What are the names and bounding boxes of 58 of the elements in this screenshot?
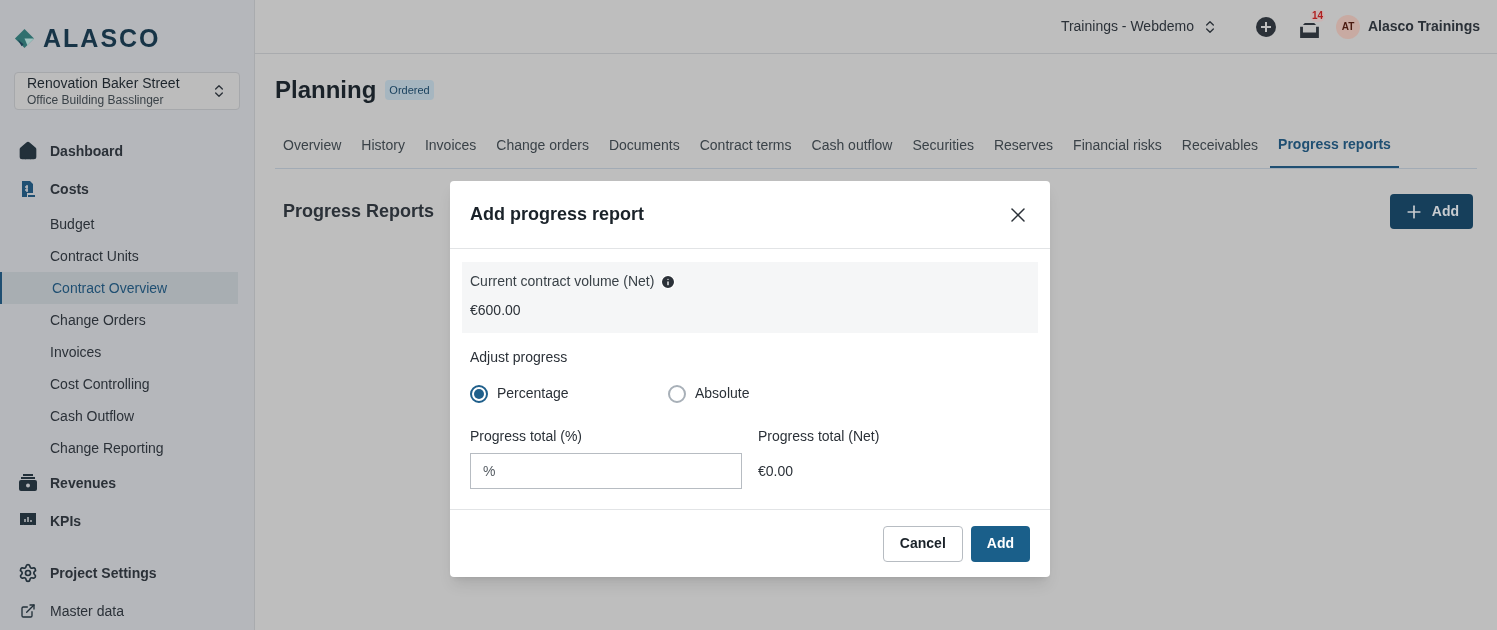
nav-item[interactable]: Dashboard <box>0 132 254 170</box>
field-label: Progress total (Net) <box>758 427 880 446</box>
status-badge: Ordered <box>385 79 434 101</box>
field-label: Adjust progress <box>470 348 569 367</box>
settings-icon <box>18 563 38 583</box>
tab[interactable]: Cash outflow <box>803 122 901 168</box>
nav-subitem[interactable]: Invoices <box>0 336 238 368</box>
field-value: €600.00 <box>470 301 522 320</box>
project-selector[interactable]: Renovation Baker Street Office Building Basslinger <box>14 71 240 110</box>
nav-subitem[interactable]: Contract Overview <box>0 272 238 304</box>
field-value: €0.00 <box>758 461 795 481</box>
add-circle-icon[interactable] <box>1255 16 1276 37</box>
nav-item[interactable]: Revenues <box>0 464 254 502</box>
logo-text: ALASCO <box>43 23 161 54</box>
notification-badge: 14 <box>1309 9 1326 22</box>
tab[interactable]: Progress reports <box>1270 122 1399 168</box>
tab[interactable]: Change orders <box>488 122 597 168</box>
dialog-title: Add progress report <box>470 203 645 226</box>
nav-item[interactable]: Costs <box>0 170 254 208</box>
user-name: Alasco Trainings <box>1367 17 1480 36</box>
radio-option[interactable]: Percentage <box>470 383 668 404</box>
nav-subitem[interactable]: Change Orders <box>0 304 238 336</box>
nav-subitem[interactable]: Change Reporting <box>0 432 238 464</box>
radio-button[interactable] <box>668 384 686 403</box>
tab[interactable]: Documents <box>600 122 688 168</box>
info-icon[interactable] <box>660 273 677 290</box>
add-button[interactable]: Add <box>1389 194 1473 229</box>
inbox-icon[interactable] <box>1299 22 1319 38</box>
nav-item[interactable]: Master data <box>0 592 254 630</box>
radio-option[interactable]: Absolute <box>668 383 866 404</box>
radio-button[interactable] <box>470 384 488 403</box>
cash-stack-icon <box>18 473 38 493</box>
nav-subitem[interactable]: Cost Controlling <box>0 368 238 400</box>
tab[interactable]: Receivables <box>1173 122 1267 168</box>
external-link-icon <box>20 603 36 619</box>
input-field[interactable]: % <box>470 453 742 489</box>
tab[interactable]: History <box>353 122 413 168</box>
field-label: Progress total (%) <box>470 427 584 446</box>
cancel-button[interactable]: Cancel <box>882 525 963 562</box>
nav-item[interactable]: KPIs <box>0 502 254 540</box>
nav-subitem[interactable]: Cash Outflow <box>0 400 238 432</box>
tab[interactable]: Invoices <box>416 122 485 168</box>
avatar[interactable]: AT <box>1335 14 1360 39</box>
tab[interactable]: Securities <box>904 122 982 168</box>
workspace-selector[interactable]: Trainings - Webdemo <box>1060 16 1218 37</box>
field-label: Current contract volume (Net) <box>470 272 655 291</box>
tab[interactable]: Contract terms <box>691 122 800 168</box>
add-button[interactable]: Add <box>970 525 1030 562</box>
tab[interactable]: Overview <box>275 122 350 168</box>
page-title: Planning <box>275 75 377 105</box>
nav-subitem[interactable]: Budget <box>0 208 238 240</box>
home-icon <box>18 141 38 161</box>
nav-item[interactable]: Project Settings <box>0 554 254 592</box>
logo-icon <box>14 28 35 50</box>
section-title: Progress Reports <box>283 200 435 223</box>
tab[interactable]: Reserves <box>985 122 1062 168</box>
nav-subitem[interactable]: Contract Units <box>0 240 238 272</box>
tab[interactable]: Financial risks <box>1065 122 1170 168</box>
